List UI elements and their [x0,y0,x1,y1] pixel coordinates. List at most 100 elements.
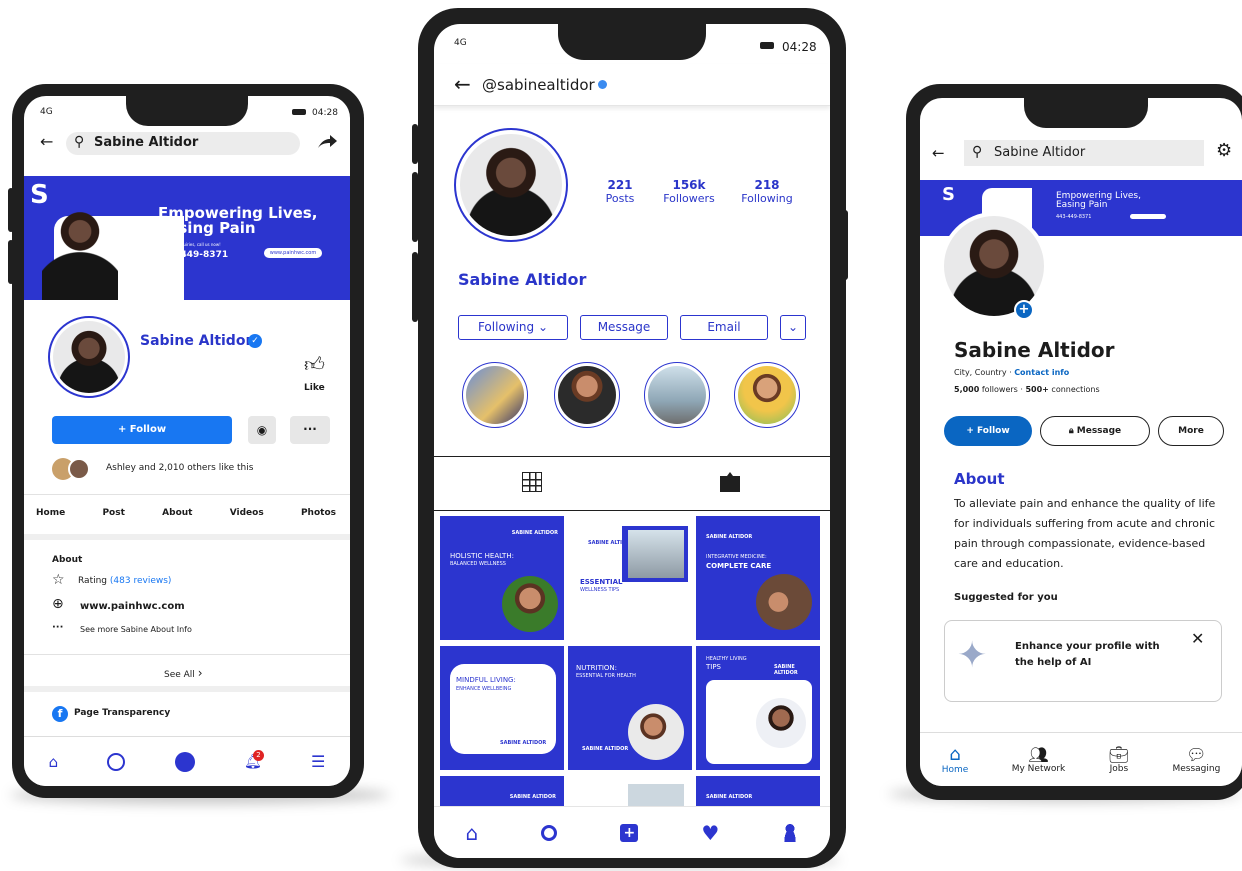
rating-label: Rating [78,576,108,586]
search-text: Sabine Altidor [94,135,199,150]
tab-home[interactable]: Home [36,508,65,518]
story-highlight[interactable] [734,362,800,428]
stat-followers[interactable]: 156k Followers [656,178,722,205]
connections-label: connections [1048,385,1100,394]
profile-icon[interactable] [107,752,126,771]
ellipsis-icon: ··· [303,422,317,436]
nav-home-label: Home [941,765,969,775]
rating-row: Rating (483 reviews) [78,576,171,586]
add-post-icon[interactable]: + [620,823,639,842]
tab-photos[interactable]: Photos [301,508,336,518]
back-arrow-icon[interactable]: ← [454,72,471,96]
about-heading: About [52,555,83,565]
email-button-label: Email [707,320,741,334]
linkedin-screen: ← ⚲ Sabine Altidor ⚙ S Empowering Lives,… [920,98,1242,786]
see-all-link[interactable]: See All › [164,666,203,680]
back-arrow-icon[interactable]: ← [40,132,53,151]
see-more-about[interactable]: See more Sabine About Info [80,625,192,634]
follow-button[interactable]: + Follow [52,416,232,444]
profile-avatar[interactable] [53,321,125,393]
tile-brand: SABINE ALTIDOR [706,794,753,800]
nav-home[interactable]: ⌂ Home [942,744,969,775]
signal-indicator: 4G [40,107,53,117]
back-arrow-icon[interactable]: ← [932,144,945,162]
banner-url: www.painhwc.com [264,248,322,258]
notifications-icon[interactable]: 🔔︎ 2 [244,749,264,770]
people-icon: 👥︎ [1028,745,1049,764]
message-button[interactable]: 🔒︎ Message [1040,416,1150,446]
tagged-view-icon[interactable] [720,472,740,492]
home-icon[interactable]: ⌂ [49,753,59,771]
following-count: 218 [754,178,780,192]
more-info-icon: ··· [52,622,64,633]
story-highlight[interactable] [462,362,528,428]
liker-avatar [68,458,90,480]
grid-view-icon[interactable] [522,472,542,492]
nav-my-network[interactable]: 👥︎ My Network [1012,745,1066,774]
middle-phone: 4G 04:28 ← @sabinealtidor 221 Posts 156k… [418,8,846,868]
following-dropdown-button[interactable]: Following ⌄ [458,315,568,340]
message-button[interactable]: Message [580,315,668,340]
contact-info-link[interactable]: Contact info [1014,368,1069,377]
nav-messaging[interactable]: 💬︎ Messaging [1172,745,1220,774]
ai-suggestion-card[interactable]: ✦ Enhance your profile with the help of … [944,620,1222,702]
follow-button-label: + Follow [966,426,1010,436]
messenger-button[interactable]: ◉ [248,416,276,444]
profile-icon[interactable] [782,823,799,842]
search-icon[interactable] [541,824,558,841]
home-icon[interactable]: ⌂ [466,821,479,845]
like-icon[interactable]: 👍︎ [304,352,325,377]
nav-jobs[interactable]: 💼︎ Jobs [1109,745,1129,774]
page-transparency[interactable]: Page Transparency [74,708,170,718]
tab-videos[interactable]: Videos [230,508,264,518]
story-highlight[interactable] [644,362,710,428]
more-dropdown-button[interactable]: ⌄ [780,315,806,340]
gear-icon[interactable]: ⚙ [1216,140,1232,161]
stat-following[interactable]: 218 Following [734,178,800,205]
posts-count: 221 [607,178,633,192]
like-label: Like [304,383,325,393]
more-options-button[interactable]: ··· [290,416,330,444]
close-icon[interactable]: ✕ [1191,629,1204,648]
story-highlight[interactable] [554,362,620,428]
post-tile[interactable]: MINDFUL LIVING: ENHANCE WELLBEING SABINE… [440,646,564,770]
verified-badge-icon [598,80,607,89]
globe-icon: ⊕ [52,596,64,612]
follow-button-label: + Follow [117,424,167,435]
rating-reviews-link[interactable]: (483 reviews) [110,576,172,586]
email-button[interactable]: Email [680,315,768,340]
tile-title: INTEGRATIVE MEDICINE: [706,554,767,560]
tile-title: HOLISTIC HEALTH: [450,552,514,560]
banner-phone: 443-449-8371 [158,250,229,260]
suggested-heading: Suggested for you [954,592,1058,603]
bottom-nav: ⌂ Home 👥︎ My Network 💼︎ Jobs 💬︎ Messaging [920,732,1242,786]
groups-icon[interactable] [174,751,195,772]
search-bar[interactable]: ⚲ Sabine Altidor [964,140,1204,166]
profile-avatar[interactable] [460,134,562,236]
followers-label: Followers [663,192,715,205]
search-icon: ⚲ [972,144,983,160]
post-tile[interactable]: SABINE ALTIDOR HOLISTIC HEALTH: BALANCED… [440,516,564,640]
post-tile[interactable]: SABINE ALTIDOR ESSENTIAL WELLNESS TIPS [568,516,692,640]
search-bar[interactable]: ⚲ Sabine Altidor [66,132,300,155]
follow-button[interactable]: + Follow [944,416,1032,446]
notification-count-badge: 2 [252,749,264,761]
lock-icon: 🔒︎ [1068,426,1074,436]
sparkle-icon: ✦ [957,635,988,676]
tab-post[interactable]: Post [102,508,124,518]
website-link[interactable]: www.painhwc.com [80,601,185,612]
add-photo-icon[interactable]: + [1014,300,1034,320]
post-tile[interactable]: HEALTHY LIVING TIPS SABINE ALTIDOR [696,646,820,770]
menu-icon[interactable]: ☰ [311,752,325,771]
share-icon[interactable] [316,134,338,150]
more-button[interactable]: More [1158,416,1224,446]
heart-icon[interactable]: ♥ [701,821,719,845]
tab-about[interactable]: About [162,508,192,518]
stat-posts[interactable]: 221 Posts [598,178,642,205]
post-tile[interactable]: NUTRITION: ESSENTIAL FOR HEALTH SABINE A… [568,646,692,770]
nav-my-network-label: My Network [1011,764,1066,774]
ai-card-text: Enhance your profile with the help of AI [1015,641,1160,668]
post-tile[interactable]: SABINE ALTIDOR INTEGRATIVE MEDICINE: COM… [696,516,820,640]
tile-title: HEALTHY LIVING [706,656,747,662]
banner-headline: Empowering Lives, Easing Pain [158,204,318,237]
